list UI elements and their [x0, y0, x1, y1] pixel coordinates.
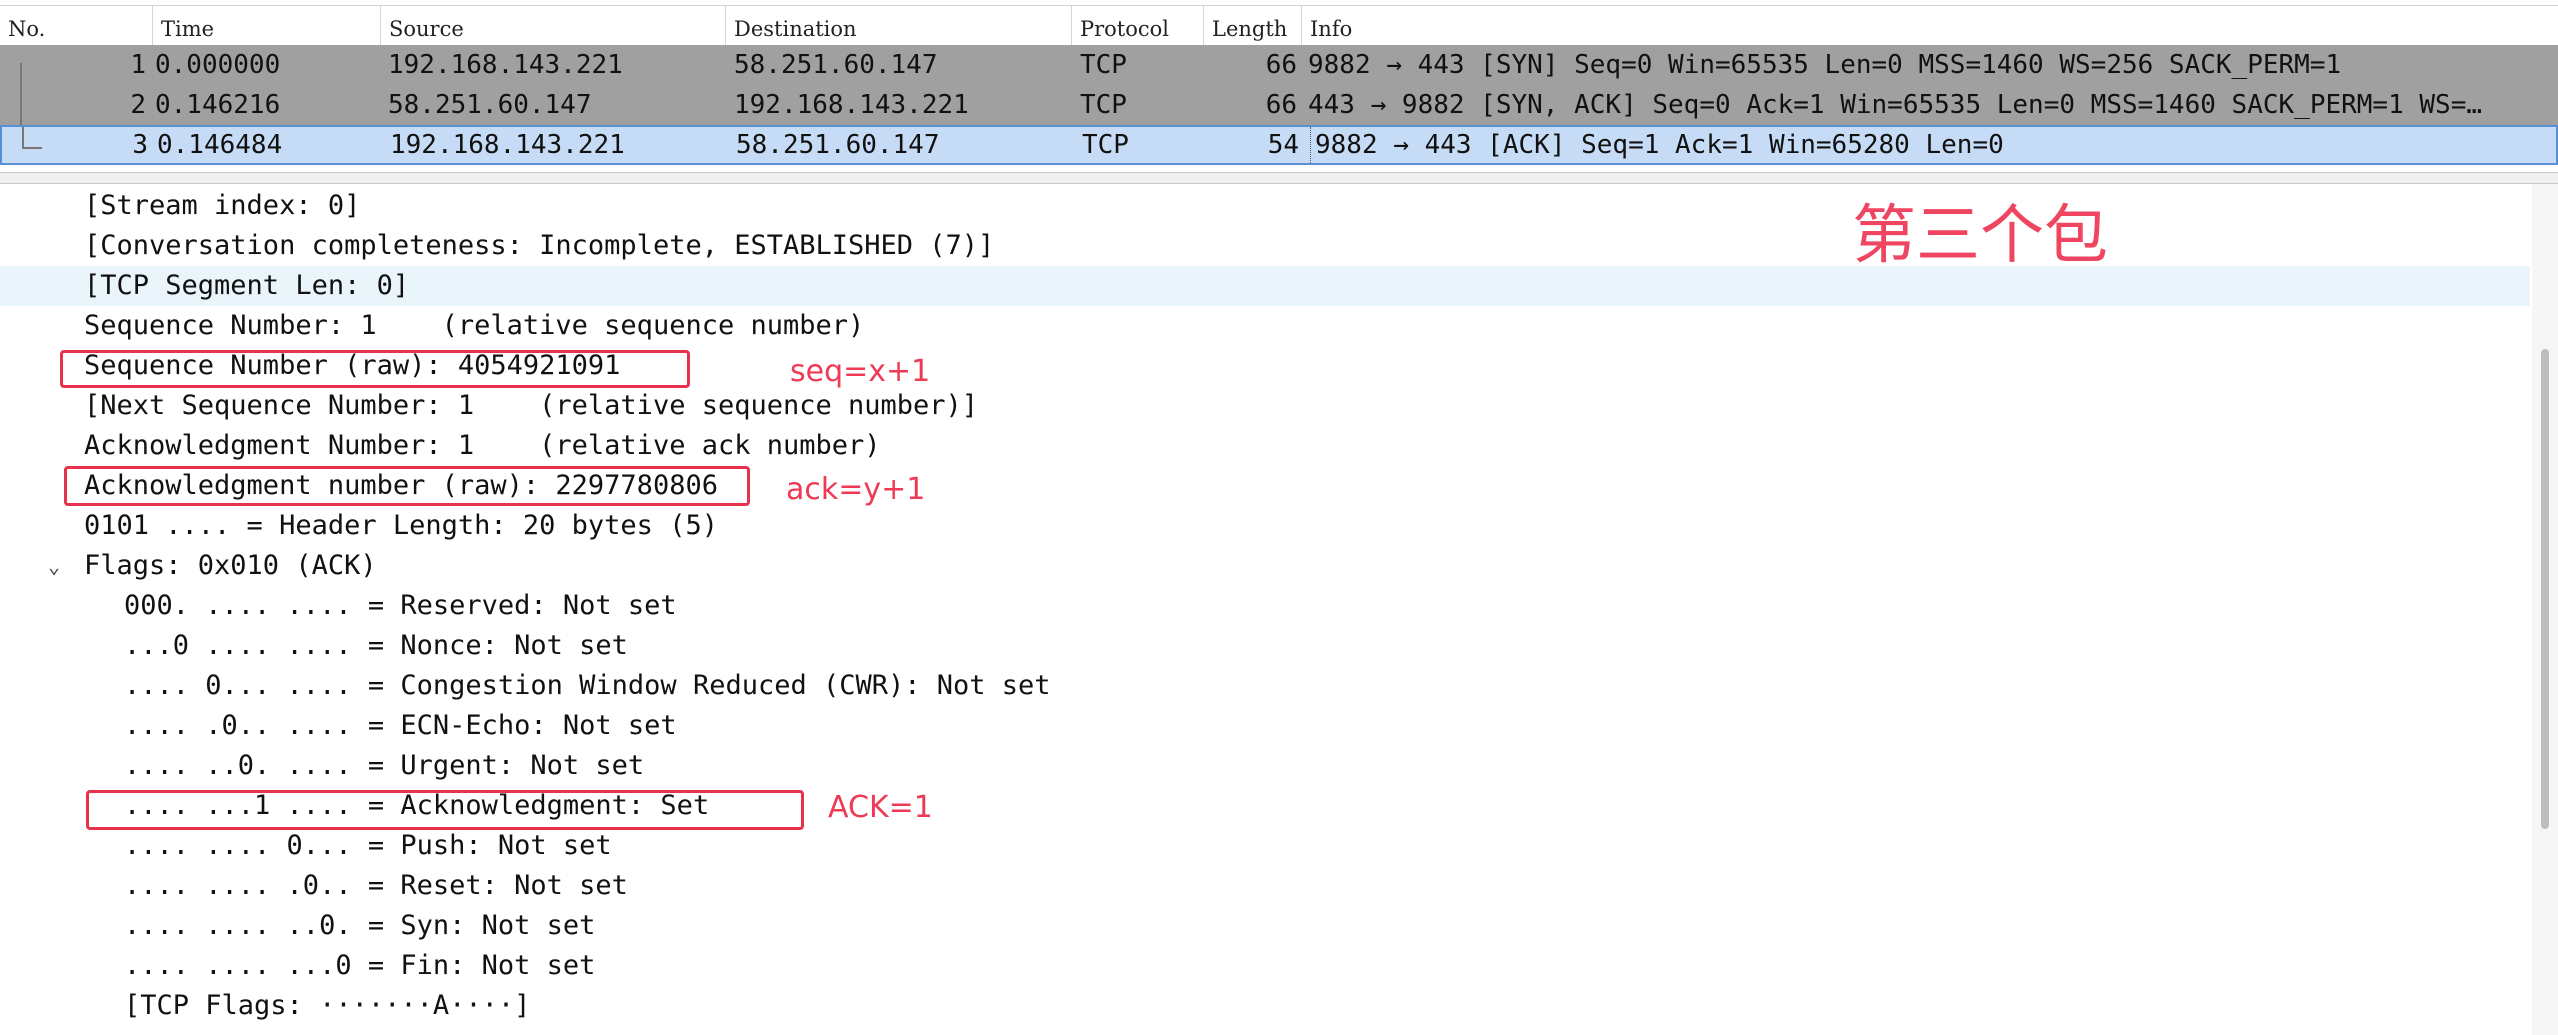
tree-item-tcp-flags-summary[interactable]: [TCP Flags: ·······A····]: [0, 986, 2530, 1026]
packet-protocol: TCP: [1082, 130, 1129, 160]
tree-item-label: ...0 .... .... = Nonce: Not set: [124, 630, 628, 661]
packet-source: 192.168.143.221: [390, 130, 625, 160]
tree-item-flag-nonce[interactable]: ...0 .... .... = Nonce: Not set: [0, 626, 2530, 666]
tree-item-tcp-segment-len[interactable]: [TCP Segment Len: 0]: [0, 266, 2530, 306]
packet-list: No. Time Source Destination Protocol Len…: [0, 0, 2558, 168]
packet-no: 2: [130, 90, 146, 120]
tree-item-label: Sequence Number: 1 (relative sequence nu…: [84, 310, 865, 341]
annotation-ack-flag: ACK=1: [828, 790, 933, 825]
tree-item-label: .... .0.. .... = ECN-Echo: Not set: [124, 710, 677, 741]
pane-splitter[interactable]: [0, 172, 2558, 184]
packet-source: 58.251.60.147: [388, 90, 592, 120]
packet-length: 66: [1265, 50, 1297, 80]
tree-item-conversation-completeness[interactable]: [Conversation completeness: Incomplete, …: [0, 226, 2530, 266]
tree-item-next-sequence-number[interactable]: [Next Sequence Number: 1 (relative seque…: [0, 386, 2530, 426]
packet-time: 0.146216: [155, 90, 281, 120]
packet-time: 0.146484: [157, 130, 283, 160]
tree-item-acknowledgment-number[interactable]: Acknowledgment Number: 1 (relative ack n…: [0, 426, 2530, 466]
tree-item-label: .... .... ..0. = Syn: Not set: [124, 910, 596, 941]
packet-protocol: TCP: [1080, 90, 1127, 120]
packet-info: 9882 → 443 [ACK] Seq=1 Ack=1 Win=65280 L…: [1310, 127, 2553, 163]
packet-no: 1: [130, 50, 146, 80]
tree-item-flag-push[interactable]: .... .... 0... = Push: Not set: [0, 826, 2530, 866]
packet-info: 9882 → 443 [SYN] Seq=0 Win=65535 Len=0 M…: [1308, 50, 2342, 80]
tree-item-flag-fin[interactable]: .... .... ...0 = Fin: Not set: [0, 946, 2530, 986]
tree-item-stream-index[interactable]: [Stream index: 0]: [0, 186, 2530, 226]
packet-row-selected[interactable]: 3 0.146484 192.168.143.221 58.251.60.147…: [0, 125, 2558, 165]
packet-row[interactable]: 2 0.146216 58.251.60.147 192.168.143.221…: [0, 85, 2558, 125]
tree-item-label: 000. .... .... = Reserved: Not set: [124, 590, 677, 621]
tree-item-label: 0101 .... = Header Length: 20 bytes (5): [84, 510, 718, 541]
tree-item-flag-reserved[interactable]: 000. .... .... = Reserved: Not set: [0, 586, 2530, 626]
tree-item-label: .... .... 0... = Push: Not set: [124, 830, 612, 861]
annotation-box-seq-raw: [60, 350, 690, 388]
tree-item-label: .... .... ...0 = Fin: Not set: [124, 950, 596, 981]
chevron-down-icon[interactable]: ⌄: [48, 546, 60, 586]
packet-no: 3: [132, 130, 148, 160]
tree-item-label: .... ..0. .... = Urgent: Not set: [124, 750, 645, 781]
tree-item-label: .... 0... .... = Congestion Window Reduc…: [124, 670, 1051, 701]
tree-item-label: .... .... .0.. = Reset: Not set: [124, 870, 628, 901]
tree-item-label: [TCP Segment Len: 0]: [84, 270, 410, 301]
tree-item-flag-syn[interactable]: .... .... ..0. = Syn: Not set: [0, 906, 2530, 946]
annotation-title: 第三个包: [1852, 199, 2108, 273]
packet-time: 0.000000: [155, 50, 281, 80]
tree-item-flags[interactable]: ⌄ Flags: 0x010 (ACK): [0, 546, 2530, 586]
annotation-box-ack-flag: [86, 790, 804, 830]
tree-item-label: Flags: 0x010 (ACK): [84, 550, 377, 581]
annotation-ack-number: ack=y+1: [786, 472, 926, 507]
annotation-box-ack-raw: [64, 466, 750, 506]
tree-item-flag-cwr[interactable]: .... 0... .... = Congestion Window Reduc…: [0, 666, 2530, 706]
packet-destination: 192.168.143.221: [734, 90, 969, 120]
tree-item-header-length[interactable]: 0101 .... = Header Length: 20 bytes (5): [0, 506, 2530, 546]
tree-item-label: [Next Sequence Number: 1 (relative seque…: [84, 390, 979, 421]
tree-item-flag-reset[interactable]: .... .... .0.. = Reset: Not set: [0, 866, 2530, 906]
tree-item-flag-ecn-echo[interactable]: .... .0.. .... = ECN-Echo: Not set: [0, 706, 2530, 746]
packet-details-tree: [Stream index: 0] [Conversation complete…: [0, 184, 2558, 1035]
details-scrollbar[interactable]: [2532, 184, 2558, 1035]
tree-item-sequence-number[interactable]: Sequence Number: 1 (relative sequence nu…: [0, 306, 2530, 346]
packet-source: 192.168.143.221: [388, 50, 623, 80]
packet-destination: 58.251.60.147: [736, 130, 940, 160]
packet-length: 54: [1267, 130, 1299, 160]
scrollbar-thumb[interactable]: [2541, 349, 2549, 829]
packet-destination: 58.251.60.147: [734, 50, 938, 80]
packet-row[interactable]: 1 0.000000 192.168.143.221 58.251.60.147…: [0, 45, 2558, 85]
packet-protocol: TCP: [1080, 50, 1127, 80]
tree-item-label: Acknowledgment Number: 1 (relative ack n…: [84, 430, 881, 461]
packet-length: 66: [1265, 90, 1297, 120]
tree-item-label: [TCP Flags: ·······A····]: [124, 990, 531, 1021]
tree-item-label: [Stream index: 0]: [84, 190, 361, 221]
annotation-seq: seq=x+1: [790, 354, 931, 389]
tree-item-flag-urgent[interactable]: .... ..0. .... = Urgent: Not set: [0, 746, 2530, 786]
packet-info: 443 → 9882 [SYN, ACK] Seq=0 Ack=1 Win=65…: [1308, 90, 2482, 120]
tree-item-label: [Conversation completeness: Incomplete, …: [84, 230, 995, 261]
